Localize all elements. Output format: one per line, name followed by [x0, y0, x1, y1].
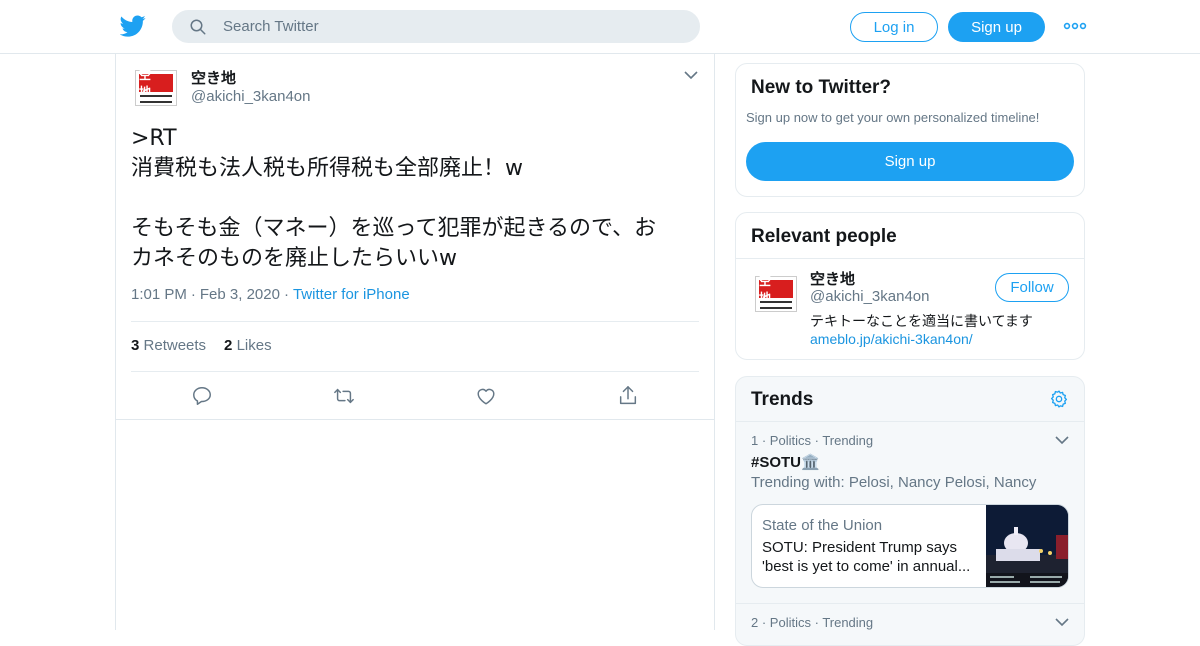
card-title: New to Twitter? [751, 77, 892, 98]
follow-button[interactable]: Follow [995, 273, 1069, 302]
main-column: 空 地 空き地 @akichi_3kan4on >RT 消費税も法人税も所得税も… [115, 54, 715, 630]
news-thumbnail [986, 505, 1068, 587]
share-icon[interactable] [617, 385, 639, 407]
news-headline: SOTU: President Trump says 'best is yet … [762, 538, 982, 576]
trend-meta: 1 · Politics · Trending [751, 433, 874, 448]
tweet-metadata: 1:01 PM · Feb 3, 2020 · Twitter for iPhone [131, 286, 410, 303]
divider [736, 603, 1084, 604]
person-name[interactable]: 空き地 [810, 268, 855, 289]
trend-rank: 1 [751, 433, 759, 448]
likes-label: Likes [236, 337, 272, 354]
more-options-icon[interactable] [1063, 19, 1087, 33]
tweet-text-line: 消費税も法人税も所得税も全部廃止！w [131, 156, 523, 181]
tweet-text-line: そもそも金（マネー）を巡って犯罪が起きるので、お [131, 216, 657, 241]
capitol-image [986, 505, 1068, 587]
retweets-label: Retweets [143, 337, 207, 354]
divider [131, 371, 699, 372]
avatar[interactable]: 空 地 [755, 274, 797, 312]
relevant-people-card: Relevant people 空 地 空き地 @akichi_3kan4on … [735, 212, 1085, 360]
trend-category: Politics [769, 615, 811, 630]
retweets-count: 3 [131, 337, 140, 354]
reply-icon[interactable] [191, 385, 213, 407]
tweet-stats: 3 Retweets 2 Likes [131, 337, 272, 354]
chevron-down-icon[interactable] [1055, 617, 1069, 627]
tweet-text: >RT 消費税も法人税も所得税も全部廃止！w そもそも金（マネー）を巡って犯罪が… [131, 124, 701, 274]
search-input[interactable] [223, 11, 683, 42]
card-title: Trends [751, 389, 814, 410]
trend-status: Trending [822, 615, 874, 630]
retweet-icon[interactable] [333, 385, 355, 407]
chevron-down-icon[interactable] [1055, 435, 1069, 445]
avatar-logo-text: 空 地 [139, 68, 173, 99]
chevron-down-icon[interactable] [684, 70, 698, 80]
tweet-text-line [131, 184, 701, 214]
trends-card: Trends 1 · Politics · Trending #SOTU🏛️ T… [735, 376, 1085, 646]
avatar-decoration [140, 95, 172, 103]
trend-hashtag[interactable]: #SOTU🏛️ [751, 453, 820, 471]
trending-with: Trending with: Pelosi, Nancy Pelosi, Nan… [751, 474, 1037, 491]
login-button[interactable]: Log in [850, 12, 938, 42]
gear-icon[interactable] [1049, 389, 1069, 409]
trend-status: Trending [822, 433, 874, 448]
author-handle[interactable]: @akichi_3kan4on [191, 88, 310, 105]
tweet-text-line: カネそのものを廃止したらいいw [131, 246, 457, 271]
divider [131, 321, 699, 322]
news-card[interactable]: State of the Union SOTU: President Trump… [751, 504, 1069, 588]
signup-button[interactable]: Sign up [948, 12, 1045, 42]
avatar[interactable]: 空 地 [135, 68, 177, 106]
person-bio: テキトーなことを適当に書いてます [810, 314, 1033, 330]
trend-category: Politics [769, 433, 811, 448]
search-icon [190, 19, 206, 35]
search-box[interactable] [172, 10, 700, 43]
person-handle[interactable]: @akichi_3kan4on [810, 288, 929, 305]
like-heart-icon[interactable] [475, 385, 497, 407]
tweet-source-link[interactable]: Twitter for iPhone [293, 286, 410, 303]
tweet-date[interactable]: Feb 3, 2020 [200, 286, 280, 303]
signup-cta-button[interactable]: Sign up [746, 142, 1074, 181]
retweets-stat[interactable]: 3 Retweets [131, 337, 206, 354]
trend-rank: 2 [751, 615, 759, 630]
author-name[interactable]: 空き地 [191, 67, 236, 88]
likes-stat[interactable]: 2 Likes [224, 337, 272, 354]
divider [736, 421, 1084, 422]
twitter-bird-icon[interactable] [120, 13, 146, 39]
tweet: 空 地 空き地 @akichi_3kan4on >RT 消費税も法人税も所得税も… [116, 54, 714, 420]
top-bar: Log in Sign up [0, 0, 1200, 54]
news-source: State of the Union [762, 517, 883, 534]
news-headline-line: SOTU: President Trump says [762, 539, 958, 556]
card-title: Relevant people [751, 226, 897, 247]
tweet-text-line: >RT [131, 126, 177, 151]
news-headline-line: 'best is yet to come' in annual... [762, 558, 971, 575]
likes-count: 2 [224, 337, 233, 354]
new-to-twitter-card: New to Twitter? Sign up now to get your … [735, 63, 1085, 197]
avatar-decoration [760, 301, 792, 309]
person-link[interactable]: ameblo.jp/akichi-3kan4on/ [810, 331, 973, 347]
tweet-time[interactable]: 1:01 PM [131, 286, 187, 303]
trend-meta: 2 · Politics · Trending [751, 615, 874, 630]
avatar-logo-text: 空 地 [759, 274, 793, 305]
card-subtitle: Sign up now to get your own personalized… [746, 110, 1040, 125]
divider [736, 258, 1084, 259]
